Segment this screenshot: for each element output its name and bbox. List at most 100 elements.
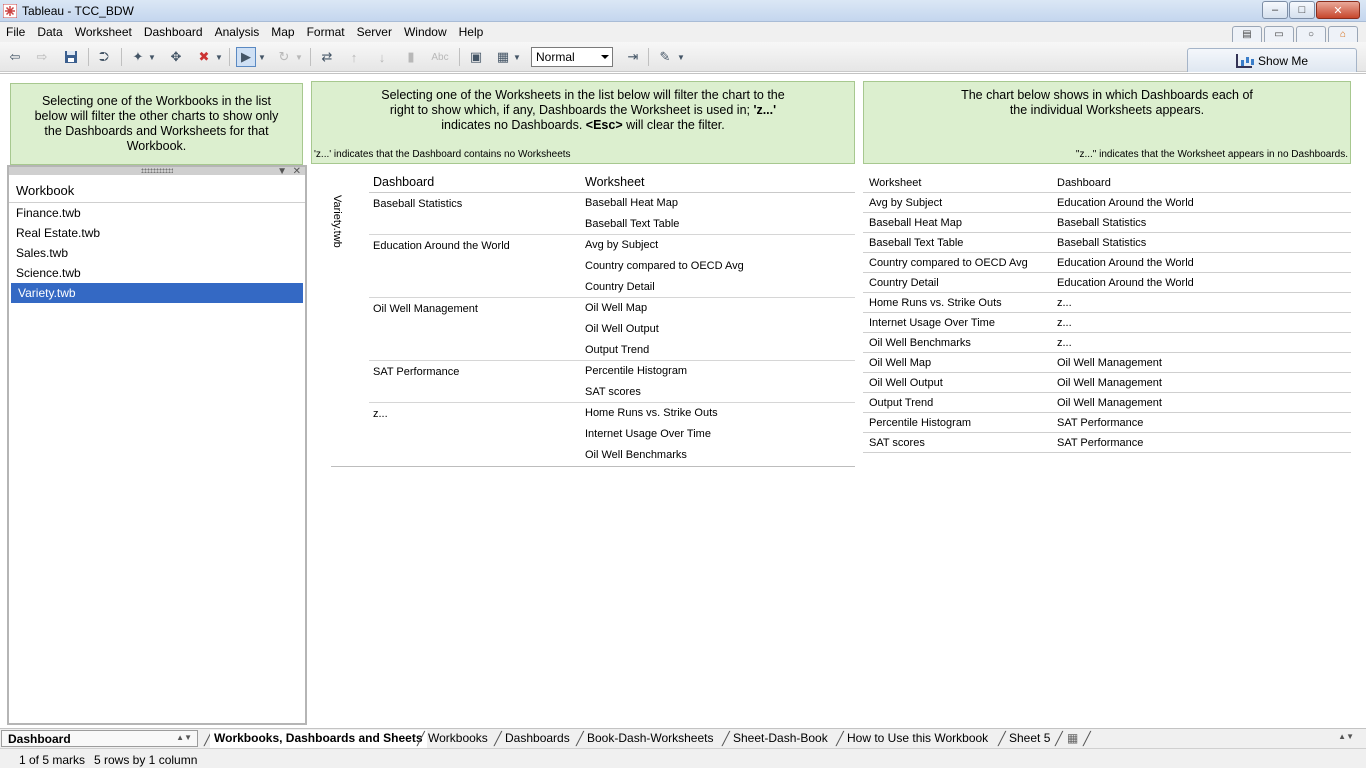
table-row[interactable]: Oil Well Output Oil Well Management <box>863 373 1351 393</box>
view-tab-home-icon[interactable]: ⌂ <box>1328 26 1358 42</box>
table-cell-worksheet[interactable]: Avg by Subject <box>585 239 658 251</box>
close-icon[interactable]: ✕ <box>293 166 301 177</box>
tab-dashboards[interactable]: Dashboards <box>501 730 574 748</box>
dashboard-column-header: Dashboard <box>1057 177 1111 189</box>
table-row[interactable]: Oil Well Map Oil Well Management <box>863 353 1351 373</box>
table-cell-dashboard[interactable]: Baseball Statistics <box>373 198 462 210</box>
table-cell-worksheet[interactable]: Home Runs vs. Strike Outs <box>585 407 718 419</box>
sheet-type-selector[interactable]: Dashboard ▲▼ <box>1 730 198 747</box>
filter-menu-chevron-icon[interactable]: ▼ <box>277 166 287 177</box>
menu-help[interactable]: Help <box>453 25 490 39</box>
show-me-button[interactable]: Show Me <box>1187 48 1357 72</box>
view-tab-sheet-sorter-icon[interactable]: ▤ <box>1232 26 1262 42</box>
table-row[interactable]: Internet Usage Over Time z... <box>863 313 1351 333</box>
fix-axes-icon[interactable]: ⇥ <box>623 47 643 67</box>
highlight-icon[interactable]: ✎ <box>655 47 675 67</box>
tab-book-dash-worksheets[interactable]: Book-Dash-Worksheets <box>583 730 718 748</box>
table-row[interactable]: SAT scores SAT Performance <box>863 433 1351 453</box>
fit-icon[interactable]: ▦ <box>493 47 513 67</box>
list-item[interactable]: Real Estate.twb <box>9 223 305 243</box>
table-cell-worksheet[interactable]: Baseball Heat Map <box>585 197 678 209</box>
clear-sheet-icon[interactable]: ✖ <box>194 47 214 67</box>
run-update-icon[interactable]: ↻ <box>274 47 294 67</box>
tab-scroll-icon[interactable]: ▲▼ <box>1338 732 1354 741</box>
dashboards-help-text: The chart below shows in which Dashboard… <box>961 88 1253 117</box>
tab-workbooks-dashboards-sheets[interactable]: Workbooks, Dashboards and Sheets <box>210 730 427 748</box>
back-arrow-icon[interactable]: ⇦ <box>5 47 25 67</box>
show-mark-labels-icon[interactable]: Abc <box>428 47 452 67</box>
table-row[interactable]: Country Detail Education Around the World <box>863 273 1351 293</box>
view-tab-filmstrip-icon[interactable]: ▭ <box>1264 26 1294 42</box>
new-worksheet-icon[interactable]: ✦ <box>128 47 148 67</box>
table-row[interactable]: Baseball Heat Map Baseball Statistics <box>863 213 1351 233</box>
table-cell-worksheet[interactable]: Baseball Text Table <box>585 218 679 230</box>
run-update-dropdown-icon[interactable]: ▼ <box>294 47 304 67</box>
table-cell-dashboard: SAT Performance <box>1057 417 1144 429</box>
table-cell-worksheet[interactable]: Oil Well Map <box>585 302 647 314</box>
table-cell-worksheet[interactable]: Oil Well Output <box>585 323 659 335</box>
menu-server[interactable]: Server <box>351 25 398 39</box>
view-tab-data-source-icon[interactable]: ○ <box>1296 26 1326 42</box>
sort-ascending-icon[interactable]: ↑ <box>344 47 364 67</box>
sort-descending-icon[interactable]: ↓ <box>372 47 392 67</box>
table-cell-worksheet[interactable]: Internet Usage Over Time <box>585 428 711 440</box>
table-cell-worksheet[interactable]: Output Trend <box>585 344 649 356</box>
table-cell-dashboard[interactable]: SAT Performance <box>373 366 459 378</box>
table-row[interactable]: Country compared to OECD Avg Education Ar… <box>863 253 1351 273</box>
table-row[interactable]: Percentile Histogram SAT Performance <box>863 413 1351 433</box>
table-cell-dashboard[interactable]: z... <box>373 408 388 420</box>
new-worksheet-dropdown-icon[interactable]: ▼ <box>147 47 157 67</box>
table-cell-dashboard[interactable]: Education Around the World <box>373 240 510 252</box>
tab-sheet-5[interactable]: Sheet 5 <box>1005 730 1054 748</box>
close-button[interactable]: ✕ <box>1316 1 1360 19</box>
swap-icon[interactable]: ⇄ <box>317 47 337 67</box>
connect-data-icon[interactable]: ⮊ <box>94 47 114 67</box>
view-mode-tabs: ▤ ▭ ○ ⌂ <box>1230 26 1358 42</box>
menu-data[interactable]: Data <box>31 25 68 39</box>
table-row[interactable]: Avg by Subject Education Around the World <box>863 193 1351 213</box>
status-marks: 1 of 5 marks <box>19 753 86 767</box>
list-item[interactable]: Finance.twb <box>9 203 305 223</box>
menu-map[interactable]: Map <box>265 25 300 39</box>
menu-dashboard[interactable]: Dashboard <box>138 25 209 39</box>
list-item[interactable]: Sales.twb <box>9 243 305 263</box>
tab-sheet-dash-book[interactable]: Sheet-Dash-Book <box>729 730 832 748</box>
minimize-button[interactable]: – <box>1262 1 1288 19</box>
table-cell-worksheet: Country compared to OECD Avg <box>869 257 1028 269</box>
tab-workbooks[interactable]: Workbooks <box>424 730 492 748</box>
table-cell-worksheet[interactable]: Percentile Histogram <box>585 365 687 377</box>
duplicate-sheet-icon[interactable]: ✥ <box>166 47 186 67</box>
auto-update-dropdown-icon[interactable]: ▼ <box>257 47 267 67</box>
table-cell-worksheet[interactable]: SAT scores <box>585 386 641 398</box>
table-cell-worksheet[interactable]: Country Detail <box>585 281 655 293</box>
table-row[interactable]: Baseball Text Table Baseball Statistics <box>863 233 1351 253</box>
list-item[interactable]: Science.twb <box>9 263 305 283</box>
filter-card-grip[interactable]: ▼ ✕ <box>9 166 305 177</box>
table-row[interactable]: Oil Well Benchmarks z... <box>863 333 1351 353</box>
menu-format[interactable]: Format <box>301 25 351 39</box>
save-icon[interactable] <box>61 47 81 67</box>
table-row[interactable]: Home Runs vs. Strike Outs z... <box>863 293 1351 313</box>
auto-update-icon[interactable]: ▶ <box>236 47 256 67</box>
forward-arrow-icon[interactable]: ⇨ <box>32 47 52 67</box>
menu-window[interactable]: Window <box>398 25 453 39</box>
fit-dropdown-icon[interactable]: ▼ <box>512 47 522 67</box>
table-cell-worksheet[interactable]: Country compared to OECD Avg <box>585 260 744 272</box>
new-sheet-tab-icon[interactable]: ▦ <box>1063 730 1082 748</box>
list-item-selected[interactable]: Variety.twb <box>11 283 303 303</box>
table-row[interactable]: Output Trend Oil Well Management <box>863 393 1351 413</box>
group-members-icon[interactable]: ▮ <box>401 47 421 67</box>
table-cell-worksheet[interactable]: Oil Well Benchmarks <box>585 449 687 461</box>
menu-file[interactable]: File <box>0 25 31 39</box>
fit-select[interactable]: Normal <box>531 47 613 67</box>
tab-how-to-use[interactable]: How to Use this Workbook <box>843 730 992 748</box>
menu-worksheet[interactable]: Worksheet <box>69 25 138 39</box>
table-cell-dashboard[interactable]: Oil Well Management <box>373 303 478 315</box>
maximize-button[interactable]: □ <box>1289 1 1315 19</box>
presentation-mode-icon[interactable]: ▣ <box>466 47 486 67</box>
menu-analysis[interactable]: Analysis <box>209 25 266 39</box>
worksheets-help-z: 'z...' <box>753 103 777 117</box>
clear-sheet-dropdown-icon[interactable]: ▼ <box>214 47 224 67</box>
highlight-dropdown-icon[interactable]: ▼ <box>676 47 686 67</box>
show-me-label: Show Me <box>1257 53 1309 68</box>
